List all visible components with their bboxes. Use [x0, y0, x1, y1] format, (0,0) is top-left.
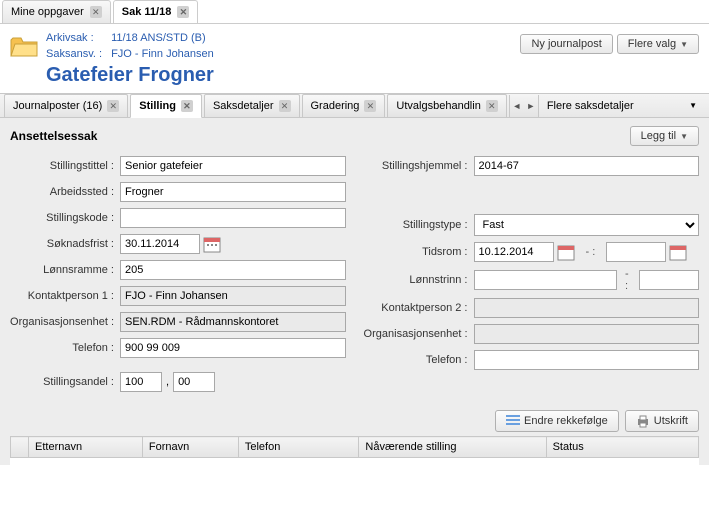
endre-rekkefolge-button[interactable]: Endre rekkefølge: [495, 410, 619, 432]
kontaktperson2-label: Kontaktperson 2 :: [364, 302, 474, 314]
applicant-table-area: Endre rekkefølge Utskrift Etternavn Forn…: [10, 410, 699, 465]
telefon-label: Telefon :: [10, 342, 120, 354]
tab-journalposter[interactable]: Journalposter (16)✕: [4, 94, 128, 117]
stillingstittel-input[interactable]: [120, 156, 346, 176]
folder-icon: [10, 34, 38, 58]
arbeidssted-label: Arbeidssted :: [10, 186, 120, 198]
header-area: Arkivsak : 11/18 ANS/STD (B) Saksansv. :…: [0, 24, 709, 93]
organisasjonsenhet2-label: Organisasjonsenhet :: [364, 328, 474, 340]
expand-icon[interactable]: ▾: [11, 458, 29, 466]
flere-valg-button[interactable]: Flere valg▼: [617, 34, 699, 54]
close-icon[interactable]: ✕: [107, 100, 119, 112]
tidsrom-from-input[interactable]: [474, 242, 554, 262]
kontaktperson1-input[interactable]: [120, 286, 346, 306]
arkivsak-label: Arkivsak :: [46, 30, 108, 46]
doc-tab-sak[interactable]: Sak 11/18 ✕: [113, 0, 199, 23]
tab-saksdetaljer[interactable]: Saksdetaljer✕: [204, 94, 300, 117]
kontaktperson1-label: Kontaktperson 1 :: [10, 290, 120, 302]
soknadsfrist-label: Søknadsfrist :: [10, 238, 120, 250]
ny-journalpost-button[interactable]: Ny journalpost: [520, 34, 612, 54]
lonnstrinn-label: Lønnstrinn :: [364, 274, 474, 286]
close-icon[interactable]: ✕: [364, 100, 376, 112]
stillingsandel-input-1[interactable]: [120, 372, 162, 392]
telefon-input[interactable]: [120, 338, 346, 358]
section-tabs: Journalposter (16)✕ Stilling✕ Saksdetalj…: [0, 93, 709, 118]
doc-tab-label: Sak 11/18: [122, 6, 172, 18]
kontaktperson2-input[interactable]: [474, 298, 700, 318]
calendar-icon[interactable]: [669, 243, 687, 261]
chevron-down-icon: ▼: [689, 101, 697, 110]
chevron-down-icon: ▼: [680, 40, 688, 49]
tab-stilling[interactable]: Stilling✕: [130, 94, 202, 118]
saksansv-label: Saksansv. :: [46, 46, 108, 62]
tab-scroll-right[interactable]: ►: [524, 95, 538, 117]
stillingsandel-label: Stillingsandel :: [10, 376, 120, 388]
close-icon[interactable]: ✕: [181, 100, 193, 112]
lonnsramme-input[interactable]: [120, 260, 346, 280]
stillingskode-input[interactable]: [120, 208, 346, 228]
lonnstrinn-to-input[interactable]: [639, 270, 699, 290]
table-row[interactable]: ▾ Bikleland Arild 22222222 Mottatt søkna…: [11, 458, 699, 466]
col-etternavn[interactable]: Etternavn: [29, 437, 143, 458]
soknadsfrist-input[interactable]: [120, 234, 200, 254]
col-status[interactable]: Status: [546, 437, 698, 458]
close-icon[interactable]: ✕: [279, 100, 291, 112]
calendar-icon[interactable]: [557, 243, 575, 261]
tab-scroll-left[interactable]: ◄: [510, 95, 524, 117]
lonnsramme-label: Lønnsramme :: [10, 264, 120, 276]
organisasjonsenhet-label: Organisasjonsenhet :: [10, 316, 120, 328]
doc-tab-label: Mine oppgaver: [11, 6, 84, 18]
stillingshjemmel-label: Stillingshjemmel :: [364, 160, 474, 172]
stillingsandel-input-2[interactable]: [173, 372, 215, 392]
stillingstype-select[interactable]: Fast: [474, 214, 700, 236]
lonnstrinn-from-input[interactable]: [474, 270, 617, 290]
tidsrom-label: Tidsrom :: [364, 246, 474, 258]
organisasjonsenhet2-input[interactable]: [474, 324, 700, 344]
doc-tab-mine-oppgaver[interactable]: Mine oppgaver ✕: [2, 0, 111, 23]
stillingshjemmel-input[interactable]: [474, 156, 700, 176]
arbeidssted-input[interactable]: [120, 182, 346, 202]
page-title: Gatefeier Frogner: [46, 64, 520, 87]
applicant-table: Etternavn Fornavn Telefon Nåværende stil…: [10, 436, 699, 465]
telefon2-label: Telefon :: [364, 354, 474, 366]
tidsrom-to-input[interactable]: [606, 242, 666, 262]
reorder-icon: [506, 415, 520, 427]
calendar-icon[interactable]: [203, 235, 221, 253]
stillingstittel-label: Stillingstittel :: [10, 160, 120, 172]
organisasjonsenhet-input[interactable]: [120, 312, 346, 332]
stillingskode-label: Stillingskode :: [10, 212, 120, 224]
telefon2-input[interactable]: [474, 350, 700, 370]
col-fornavn[interactable]: Fornavn: [142, 437, 238, 458]
chevron-down-icon: ▼: [680, 132, 688, 141]
col-naavaerende-stilling[interactable]: Nåværende stilling: [359, 437, 546, 458]
close-icon[interactable]: ✕: [90, 6, 102, 18]
content-title: Ansettelsessak: [10, 129, 97, 143]
stillingstype-label: Stillingstype :: [364, 219, 474, 231]
utskrift-button[interactable]: Utskrift: [625, 410, 699, 432]
close-icon[interactable]: ✕: [486, 100, 498, 112]
tab-gradering[interactable]: Gradering✕: [302, 94, 386, 117]
arkivsak-value: 11/18 ANS/STD (B): [111, 32, 206, 44]
tab-utvalgsbehandling[interactable]: Utvalgsbehandlin✕: [387, 94, 506, 117]
col-telefon[interactable]: Telefon: [238, 437, 359, 458]
content-area: Ansettelsessak Legg til▼ Stillingstittel…: [0, 118, 709, 465]
print-icon: [636, 414, 650, 428]
close-icon[interactable]: ✕: [177, 6, 189, 18]
document-tabs: Mine oppgaver ✕ Sak 11/18 ✕: [0, 0, 709, 24]
saksansv-value: FJO - Finn Johansen: [111, 48, 214, 60]
header-info: Arkivsak : 11/18 ANS/STD (B) Saksansv. :…: [46, 30, 520, 87]
flere-saksdetaljer-dropdown[interactable]: Flere saksdetaljer ▼: [539, 100, 709, 112]
legg-til-button[interactable]: Legg til▼: [630, 126, 699, 146]
